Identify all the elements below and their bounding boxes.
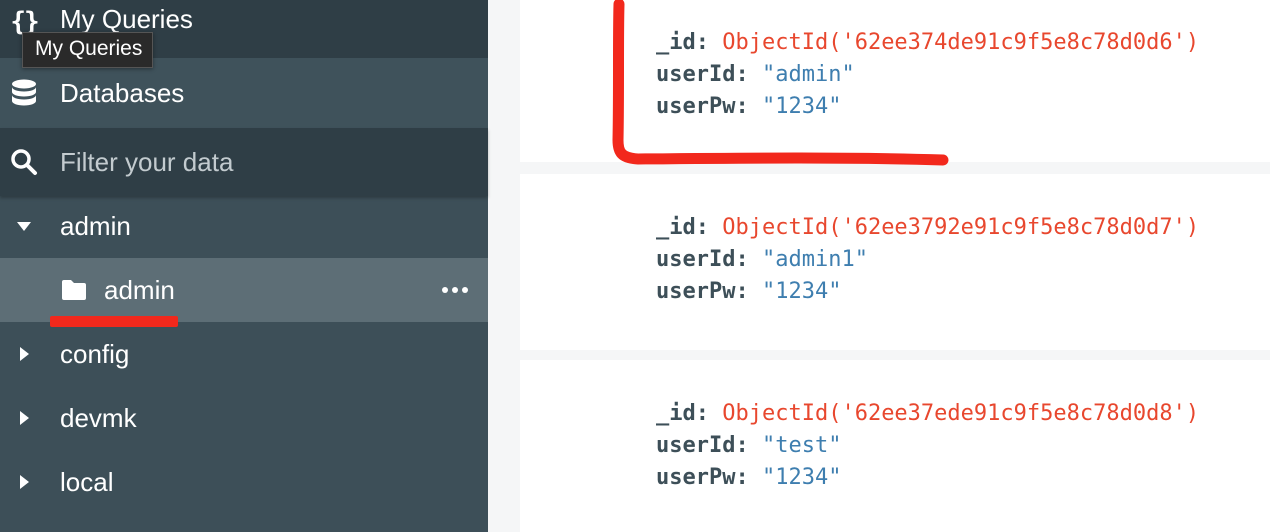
sidebar-item-databases[interactable]: Databases [0,58,488,128]
db-name: local [60,467,114,497]
document-fields: _id: ObjectId('62ee3792e91c9f5e8c78d0d7'… [656,212,1199,308]
document-fields: _id: ObjectId('62ee37ede91c9f5e8c78d0d8'… [656,398,1199,494]
my-queries-label: My Queries [60,4,193,34]
field-row: _id: ObjectId('62ee3792e91c9f5e8c78d0d7'… [656,215,1200,240]
field-value-objectid: ObjectId('62ee3792e91c9f5e8c78d0d7') [722,215,1200,240]
document-card[interactable]: _id: ObjectId('62ee374de91c9f5e8c78d0d6'… [520,0,1270,162]
field-value-string: "1234" [761,465,842,490]
document-card[interactable]: _id: ObjectId('62ee3792e91c9f5e8c78d0d7'… [520,174,1270,350]
field-value-string: "test" [761,433,842,458]
db-name: config [60,339,130,369]
document-fields: _id: ObjectId('62ee374de91c9f5e8c78d0d6'… [656,27,1199,123]
caret-right-icon[interactable] [19,347,29,361]
db-name: admin [60,211,131,241]
field-key: userPw [656,94,736,119]
folder-icon [62,280,86,300]
caret-right-icon[interactable] [19,475,29,489]
field-row: userId: "test" [656,433,842,458]
field-row: userPw: "1234" [656,465,842,490]
field-row: _id: ObjectId('62ee374de91c9f5e8c78d0d6'… [656,30,1200,55]
field-row: userId: "admin1" [656,247,868,272]
caret-down-icon[interactable] [17,221,31,231]
field-value-string: "admin" [761,62,855,87]
my-queries-tooltip: My Queries [22,32,154,68]
field-row: userPw: "1234" [656,94,842,119]
caret-right-icon[interactable] [19,411,29,425]
field-key: userId [656,62,736,87]
sidebar-db-devmk[interactable]: devmk [0,386,488,450]
field-key: _id [656,401,696,426]
annotation-underline [50,316,178,327]
more-options-icon[interactable] [442,287,468,293]
field-row: userId: "admin" [656,62,855,87]
field-key: _id [656,30,696,55]
field-key: userPw [656,465,736,490]
sidebar-db-local[interactable]: local [0,450,488,514]
sidebar: {} My Queries Databases Filter your data… [0,0,488,532]
field-value-string: "1234" [761,94,842,119]
filter-input[interactable] [60,146,460,178]
sidebar-collection-admin[interactable]: admin [0,258,488,322]
field-row: userPw: "1234" [656,279,842,304]
field-value-string: "1234" [761,279,842,304]
documents-panel: _id: ObjectId('62ee374de91c9f5e8c78d0d6'… [488,0,1270,532]
databases-label: Databases [60,78,185,108]
sidebar-db-config[interactable]: config [0,322,488,386]
database-icon [12,79,36,106]
search-icon [11,149,37,175]
field-value-objectid: ObjectId('62ee37ede91c9f5e8c78d0d8') [722,401,1200,426]
field-key: userId [656,247,736,272]
field-value-objectid: ObjectId('62ee374de91c9f5e8c78d0d6') [722,30,1200,55]
document-card[interactable]: _id: ObjectId('62ee37ede91c9f5e8c78d0d8'… [520,360,1270,532]
field-row: _id: ObjectId('62ee37ede91c9f5e8c78d0d8'… [656,401,1200,426]
filter-bar [0,128,488,196]
field-key: _id [656,215,696,240]
collection-name: admin [104,275,175,305]
sidebar-db-admin[interactable]: admin [0,194,488,258]
field-key: userPw [656,279,736,304]
app-window: {} My Queries Databases Filter your data… [0,0,1270,532]
field-value-string: "admin1" [761,247,868,272]
db-name: devmk [60,403,137,433]
field-key: userId [656,433,736,458]
